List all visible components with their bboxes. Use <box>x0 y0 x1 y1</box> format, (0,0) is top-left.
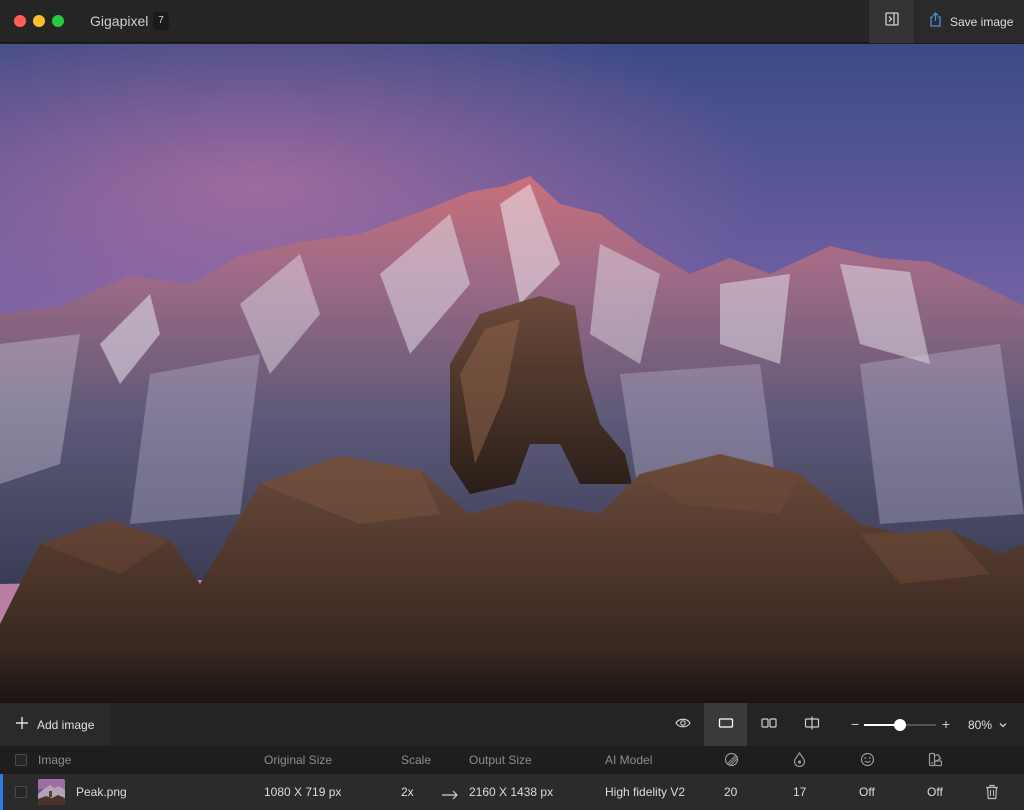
table-row[interactable]: Peak.png 1080 X 719 px 2x 2160 X 1438 px… <box>0 774 1024 810</box>
image-count-badge: 7 <box>153 12 169 30</box>
select-all-checkbox[interactable] <box>15 754 27 766</box>
add-image-label: Add image <box>37 718 95 732</box>
side-by-side-button[interactable] <box>747 703 790 747</box>
row-original-size: 1080 X 719 px <box>264 785 342 799</box>
face-icon <box>860 752 875 772</box>
row-remove-blur[interactable]: 17 <box>793 785 806 799</box>
image-preview[interactable] <box>0 44 1024 702</box>
image-thumbnail <box>38 779 65 805</box>
side-by-side-icon <box>760 716 777 734</box>
zoom-window-button[interactable] <box>52 15 64 27</box>
zoom-level-select[interactable]: 80% <box>968 718 992 732</box>
preview-image <box>0 44 1024 702</box>
app-window: Gigapixel 7 Save image Add image − + 80%… <box>0 0 1024 810</box>
row-selection-indicator <box>0 774 3 810</box>
column-ai-model[interactable]: AI Model <box>605 753 652 767</box>
split-view-icon <box>804 716 820 735</box>
zoom-slider-thumb[interactable] <box>894 719 906 731</box>
row-scale[interactable]: 2x <box>401 785 414 799</box>
toggle-panel-button[interactable] <box>869 0 914 43</box>
single-view-button[interactable] <box>704 703 747 747</box>
palette-icon <box>928 752 943 772</box>
row-ai-model[interactable]: High fidelity V2 <box>605 785 685 799</box>
app-title: Gigapixel <box>90 13 149 29</box>
row-suppress-noise[interactable]: 20 <box>724 785 737 799</box>
column-output-size[interactable]: Output Size <box>469 753 532 767</box>
table-header: Image Original Size Scale Output Size AI… <box>0 746 1024 774</box>
share-icon <box>929 11 942 32</box>
column-scale[interactable]: Scale <box>401 753 431 767</box>
arrow-right-icon <box>441 787 459 805</box>
split-view-button[interactable] <box>790 703 833 747</box>
row-checkbox[interactable] <box>15 786 27 798</box>
row-gamma[interactable]: Off <box>927 785 943 799</box>
title-bar: Gigapixel 7 Save image <box>0 0 1024 43</box>
single-view-icon <box>718 716 734 734</box>
add-image-button[interactable]: Add image <box>0 703 110 747</box>
preview-toggle-button[interactable] <box>661 703 704 747</box>
save-image-label: Save image <box>950 14 1014 29</box>
drop-icon <box>793 751 806 772</box>
zoom-in-button[interactable]: + <box>940 716 952 732</box>
column-image[interactable]: Image <box>38 753 71 767</box>
panel-toggle-icon <box>884 12 899 31</box>
chevron-down-icon[interactable] <box>998 717 1008 735</box>
minimize-window-button[interactable] <box>33 15 45 27</box>
row-image-name: Peak.png <box>76 785 127 799</box>
noise-icon <box>724 752 739 772</box>
save-image-button[interactable]: Save image <box>915 0 1024 43</box>
zoom-slider[interactable] <box>864 719 936 731</box>
plus-icon <box>15 716 29 735</box>
trash-icon[interactable] <box>985 784 999 805</box>
row-face-recovery[interactable]: Off <box>859 785 875 799</box>
close-window-button[interactable] <box>14 15 26 27</box>
bottom-toolbar: Add image − + 80% <box>0 702 1024 747</box>
row-output-size: 2160 X 1438 px <box>469 785 554 799</box>
eye-icon <box>674 716 691 734</box>
zoom-out-button[interactable]: − <box>849 716 861 732</box>
column-original-size[interactable]: Original Size <box>264 753 332 767</box>
